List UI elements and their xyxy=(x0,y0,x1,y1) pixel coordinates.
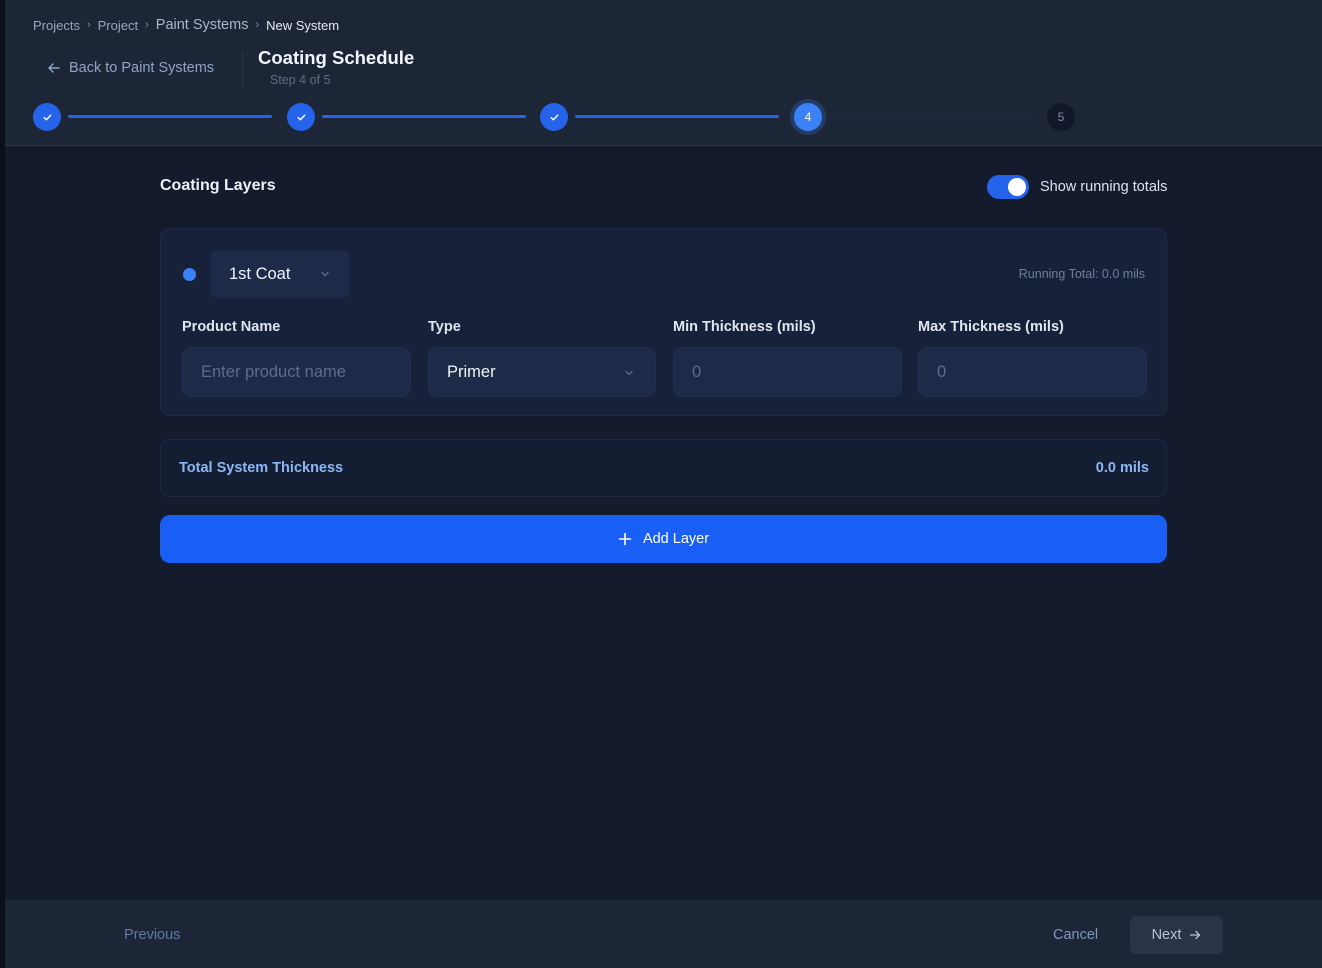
next-button[interactable]: Next xyxy=(1130,916,1223,954)
app-window: Projects › Project › Paint Systems › New… xyxy=(5,0,1322,968)
breadcrumb-separator: › xyxy=(86,19,91,31)
max-thickness-input[interactable]: 0 xyxy=(918,347,1147,397)
step-connector xyxy=(575,115,779,118)
product-name-placeholder: Enter product name xyxy=(201,362,346,381)
product-name-input[interactable]: Enter product name xyxy=(182,347,411,397)
step-1-complete[interactable] xyxy=(33,103,61,131)
next-button-label: Next xyxy=(1151,927,1182,943)
step-4-active[interactable]: 4 xyxy=(794,103,822,131)
back-link-label: Back to Paint Systems xyxy=(69,60,215,76)
max-thickness-label: Max Thickness (mils) xyxy=(918,319,1064,335)
check-icon xyxy=(297,113,305,121)
breadcrumb-paint-systems[interactable]: Paint Systems xyxy=(156,17,249,33)
plus-icon xyxy=(618,532,632,546)
breadcrumb-projects[interactable]: Projects xyxy=(33,18,80,33)
total-system-thickness-card: Total System Thickness 0.0 mils xyxy=(160,439,1167,497)
chevron-down-icon xyxy=(321,271,329,277)
total-thickness-value: 0.0 mils xyxy=(1095,460,1149,476)
step-connector xyxy=(829,116,1033,118)
step-connector xyxy=(68,115,272,118)
breadcrumb-separator: › xyxy=(145,19,149,31)
product-name-label: Product Name xyxy=(182,319,281,335)
layer-color-dot xyxy=(183,268,196,281)
max-thickness-placeholder: 0 xyxy=(937,362,947,381)
page-title: Coating Schedule xyxy=(258,47,415,68)
add-layer-label: Add Layer xyxy=(642,531,710,547)
header-divider xyxy=(242,52,243,86)
type-select[interactable]: Primer xyxy=(428,347,656,397)
breadcrumb-project[interactable]: Project xyxy=(98,18,138,33)
step-connector xyxy=(322,115,526,118)
step-5-pending[interactable]: 5 xyxy=(1047,103,1075,131)
add-layer-button[interactable]: Add Layer xyxy=(160,515,1167,563)
type-select-value: Primer xyxy=(447,362,496,381)
coat-select-value: 1st Coat xyxy=(229,264,291,283)
breadcrumb-separator: › xyxy=(255,19,260,31)
coating-layer-card: 1st Coat Running Total: 0.0 mils Product… xyxy=(160,228,1167,416)
type-label: Type xyxy=(428,319,461,335)
page-subtitle: Step 4 of 5 xyxy=(270,73,331,87)
breadcrumb-new-system: New System xyxy=(266,17,340,33)
running-totals-toggle[interactable] xyxy=(987,175,1029,199)
running-totals-toggle-group: Show running totals xyxy=(987,175,1167,199)
toggle-knob xyxy=(1008,178,1026,196)
running-totals-label: Show running totals xyxy=(1040,179,1168,195)
back-to-paint-systems-link[interactable]: Back to Paint Systems xyxy=(47,58,214,78)
check-icon xyxy=(550,113,558,121)
step-2-complete[interactable] xyxy=(287,103,315,131)
coating-layers-heading: Coating Layers xyxy=(160,177,276,194)
check-icon xyxy=(43,113,51,121)
footer: Previous Cancel Next xyxy=(5,900,1322,968)
total-thickness-label: Total System Thickness xyxy=(179,460,344,476)
chevron-down-icon xyxy=(625,370,633,376)
arrow-left-icon xyxy=(48,63,60,73)
previous-button[interactable]: Previous xyxy=(124,927,180,943)
min-thickness-input[interactable]: 0 xyxy=(673,347,902,397)
header: Projects › Project › Paint Systems › New… xyxy=(5,0,1322,146)
arrow-right-icon xyxy=(1190,930,1201,940)
cancel-button[interactable]: Cancel xyxy=(1053,927,1098,943)
running-total: Running Total: 0.0 mils xyxy=(1018,267,1145,281)
step-3-complete[interactable] xyxy=(540,103,568,131)
coat-select[interactable]: 1st Coat xyxy=(210,250,350,298)
breadcrumb: Projects › Project › Paint Systems › New… xyxy=(33,16,339,34)
min-thickness-placeholder: 0 xyxy=(692,362,702,381)
min-thickness-label: Min Thickness (mils) xyxy=(673,319,816,335)
